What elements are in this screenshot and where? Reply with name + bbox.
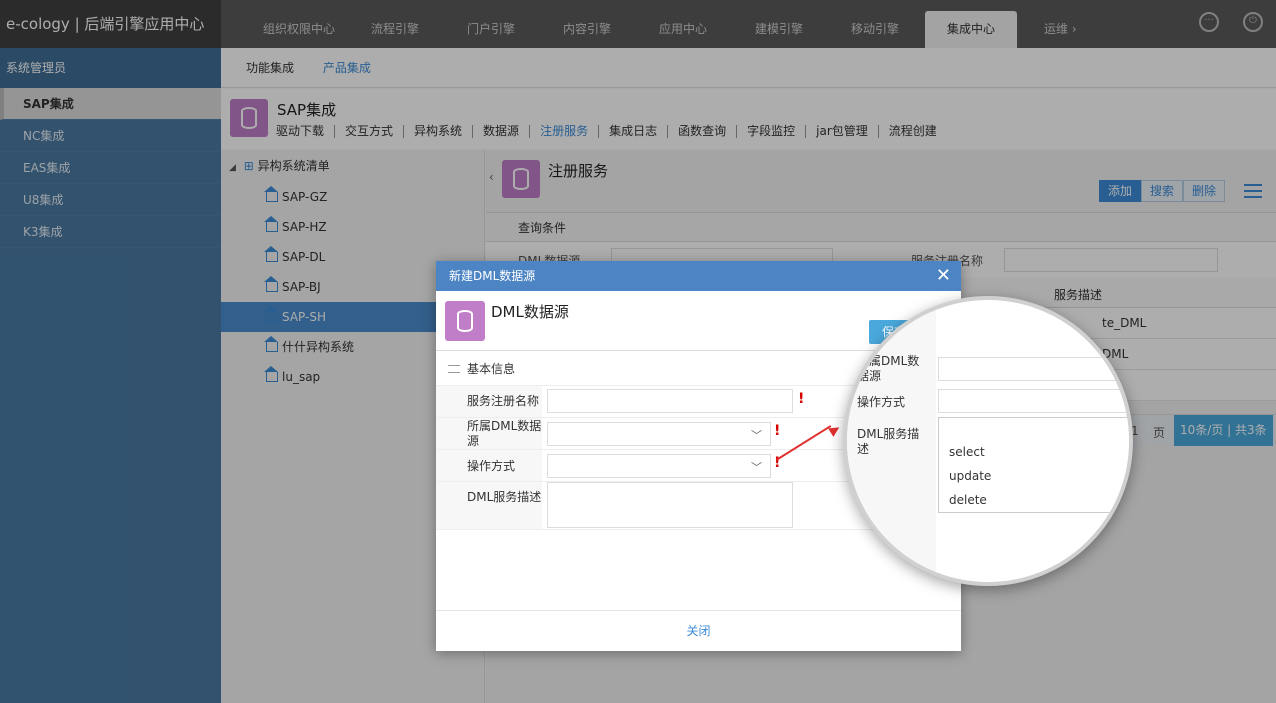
chevron-down-icon: ﹀ — [751, 429, 762, 442]
close-button[interactable]: 关闭 — [436, 610, 961, 651]
zoom-op-select[interactable] — [938, 389, 1129, 413]
field-desc-label: DML服务描述 — [467, 490, 542, 504]
operation-select[interactable]: ﹀ — [547, 454, 771, 478]
dialog-title: 新建DML数据源 — [436, 261, 961, 291]
required-icon: ! — [774, 423, 781, 439]
zoom-ds-select[interactable] — [938, 357, 1129, 381]
option-select[interactable]: select — [949, 445, 985, 459]
required-icon: ! — [798, 391, 805, 407]
field-op-label: 操作方式 — [467, 459, 516, 473]
close-icon[interactable]: ✕ — [936, 265, 951, 287]
field-name-label: 服务注册名称 — [467, 394, 540, 408]
zoom-desc-label: DML服务描述 — [857, 427, 920, 456]
option-update[interactable]: update — [949, 469, 991, 483]
section-title: 基本信息 — [467, 362, 516, 376]
field-ds-label: 所属DML数据源 — [467, 419, 542, 448]
section-menu-icon — [448, 365, 460, 373]
description-textarea[interactable] — [547, 482, 793, 528]
zoom-ds-label: 所属DML数据源 — [857, 354, 920, 383]
chevron-down-icon: ﹀ — [751, 461, 762, 474]
operation-dropdown: select update delete — [938, 417, 1129, 513]
option-delete[interactable]: delete — [949, 493, 987, 507]
database-icon — [445, 301, 485, 341]
zoom-magnifier: 所属DML数据源 操作方式 DML服务描述 select update dele… — [843, 296, 1133, 586]
service-name-input[interactable] — [547, 389, 793, 413]
datasource-select[interactable]: ﹀ — [547, 422, 771, 446]
dialog-heading: DML数据源 — [491, 303, 569, 321]
zoom-op-label: 操作方式 — [857, 395, 906, 409]
